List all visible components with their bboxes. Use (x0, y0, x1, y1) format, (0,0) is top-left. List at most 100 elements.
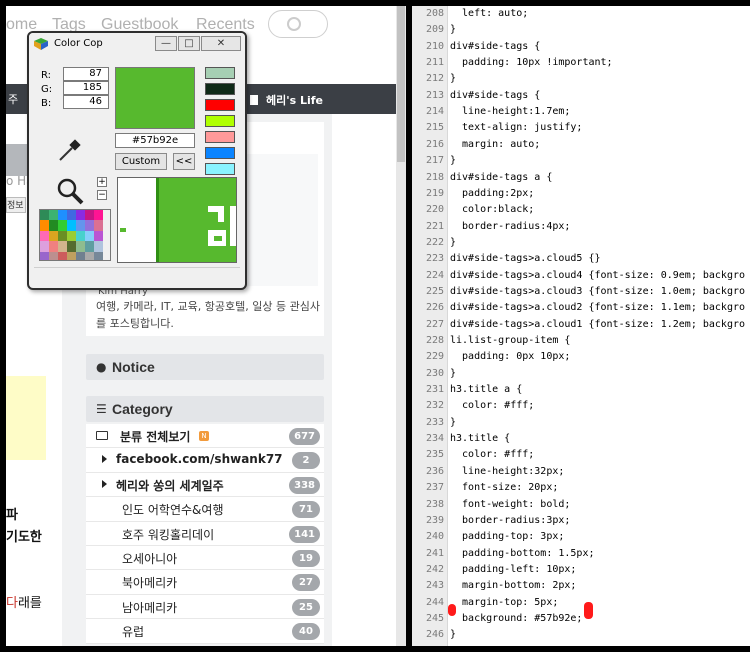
info-button[interactable]: 정보 (6, 197, 26, 213)
palette-cell[interactable] (94, 230, 103, 242)
window-titlebar[interactable]: Color Cop — □ ✕ (29, 33, 245, 55)
code-line[interactable]: h3.title a { (450, 384, 522, 395)
code-line[interactable]: margin-top: 5px; (450, 597, 558, 608)
palette-cell[interactable] (94, 210, 103, 221)
code-line[interactable]: background: #57b92e; (450, 613, 582, 624)
code-editor[interactable]: 208 209 210 211 212 213 214 215 216 217 218 219 220 2… (412, 6, 750, 646)
palette-cell[interactable] (67, 251, 76, 260)
red-value-field[interactable]: 87 (63, 67, 109, 81)
palette-cell[interactable] (67, 241, 76, 252)
category-item[interactable]: 오세아니아 19 (86, 545, 324, 571)
palette-cell[interactable] (67, 210, 76, 221)
caret-right-icon[interactable] (102, 455, 107, 464)
green-value-field[interactable]: 185 (63, 81, 109, 95)
category-item[interactable]: 인도 어학연수&여행 71 (86, 497, 324, 522)
history-swatch[interactable] (205, 147, 235, 159)
eyedropper-icon[interactable] (57, 137, 83, 163)
code-line[interactable]: font-weight: bold; (450, 499, 570, 510)
palette-cell[interactable] (67, 230, 76, 242)
category-item[interactable]: 남아메리카 25 (86, 594, 324, 620)
blue-value-field[interactable]: 46 (63, 95, 109, 109)
code-line[interactable]: border-radius:3px; (450, 515, 570, 526)
palette-cell[interactable] (85, 220, 94, 231)
palette-cell[interactable] (40, 241, 49, 252)
palette-cell[interactable] (40, 230, 49, 242)
code-line[interactable]: padding-bottom: 1.5px; (450, 548, 594, 559)
palette-cell[interactable] (58, 241, 67, 252)
zoom-out-button[interactable]: − (97, 190, 107, 200)
palette-cell[interactable] (40, 210, 49, 221)
code-line[interactable]: } (450, 24, 456, 35)
palette-cell[interactable] (94, 241, 103, 252)
restore-button[interactable]: □ (178, 36, 200, 51)
history-swatch[interactable] (205, 131, 235, 143)
history-swatch[interactable] (205, 163, 235, 175)
code-line[interactable]: } (450, 237, 456, 248)
palette-cell[interactable] (85, 251, 94, 260)
zoom-in-button[interactable]: + (97, 177, 107, 187)
code-line[interactable]: color: #fff; (450, 400, 534, 411)
caret-right-icon[interactable] (102, 479, 107, 488)
code-line[interactable]: color: #fff; (450, 449, 534, 460)
category-item[interactable]: 호주 워킹홀리데이 141 (86, 521, 324, 546)
code-line[interactable]: } (450, 629, 456, 640)
palette-cell[interactable] (49, 241, 58, 252)
history-swatch[interactable] (205, 67, 235, 79)
palette-cell[interactable] (58, 220, 67, 231)
code-line[interactable]: margin: auto; (450, 139, 540, 150)
palette-cell[interactable] (58, 210, 67, 221)
blog-title[interactable]: 헤리's Life (250, 92, 323, 108)
palette-cell[interactable] (76, 210, 85, 221)
code-line[interactable]: div#side-tags>a.cloud2 {font-size: 1.1em… (450, 302, 745, 313)
code-line[interactable]: div#side-tags { (450, 41, 540, 52)
code-line[interactable]: div#side-tags>a.cloud5 {} (450, 253, 601, 264)
code-line[interactable]: padding:2px; (450, 188, 534, 199)
palette-cell[interactable] (76, 251, 85, 260)
palette-cell[interactable] (94, 251, 103, 260)
palette-cell[interactable] (58, 230, 67, 242)
code-line[interactable]: div#side-tags { (450, 90, 540, 101)
code-line[interactable]: margin-bottom: 2px; (450, 580, 576, 591)
category-item[interactable]: 북아메리카 27 (86, 570, 324, 595)
code-line[interactable]: color:black; (450, 204, 534, 215)
close-button[interactable]: ✕ (201, 36, 241, 51)
code-line[interactable]: padding-left: 10px; (450, 564, 576, 575)
scrollbar-thumb[interactable] (397, 6, 405, 162)
history-swatch[interactable] (205, 115, 235, 127)
palette-cell[interactable] (49, 220, 58, 231)
palette-cell[interactable] (85, 241, 94, 252)
palette-cell[interactable] (67, 220, 76, 231)
history-swatch[interactable] (205, 99, 235, 111)
code-line[interactable]: border-radius:4px; (450, 221, 570, 232)
code-line[interactable]: h3.title { (450, 433, 510, 444)
code-line[interactable]: left: auto; (450, 8, 528, 19)
palette-cell[interactable] (49, 210, 58, 221)
color-palette[interactable] (39, 209, 111, 261)
category-item[interactable]: 헤리와 쏭의 세계일주 338 (86, 472, 324, 498)
palette-cell[interactable] (94, 220, 103, 231)
expand-button[interactable]: << (173, 153, 195, 170)
palette-cell[interactable] (85, 210, 94, 221)
browser-scrollbar[interactable] (396, 6, 406, 646)
code-line[interactable]: line-height:1.7em; (450, 106, 570, 117)
palette-cell[interactable] (40, 220, 49, 231)
code-line[interactable]: div#side-tags>a.cloud3 {font-size: 1.0em… (450, 286, 745, 297)
code-line[interactable]: } (450, 73, 456, 84)
notice-header[interactable]: ● Notice (86, 354, 324, 380)
category-item[interactable]: facebook.com/shwank77 2 (86, 448, 324, 473)
category-item[interactable]: 유럽 40 (86, 619, 324, 644)
code-line[interactable]: li.list-group-item { (450, 335, 570, 346)
code-line[interactable]: text-align: justify; (450, 122, 582, 133)
code-line[interactable]: padding: 0px 10px; (450, 351, 570, 362)
code-line[interactable]: div#side-tags>a.cloud1 {font-size: 1.2em… (450, 319, 745, 330)
palette-cell[interactable] (58, 251, 67, 260)
search-button[interactable] (268, 10, 328, 38)
code-line[interactable]: line-height:32px; (450, 466, 564, 477)
code-line[interactable]: padding: 10px !important; (450, 57, 613, 68)
code-line[interactable]: } (450, 155, 456, 166)
code-line[interactable]: div#side-tags>a.cloud4 {font-size: 0.9em… (450, 270, 745, 281)
history-swatch[interactable] (205, 83, 235, 95)
hex-value-field[interactable]: #57b92e (115, 133, 195, 148)
palette-cell[interactable] (76, 230, 85, 242)
code-line[interactable]: div#side-tags a { (450, 172, 552, 183)
